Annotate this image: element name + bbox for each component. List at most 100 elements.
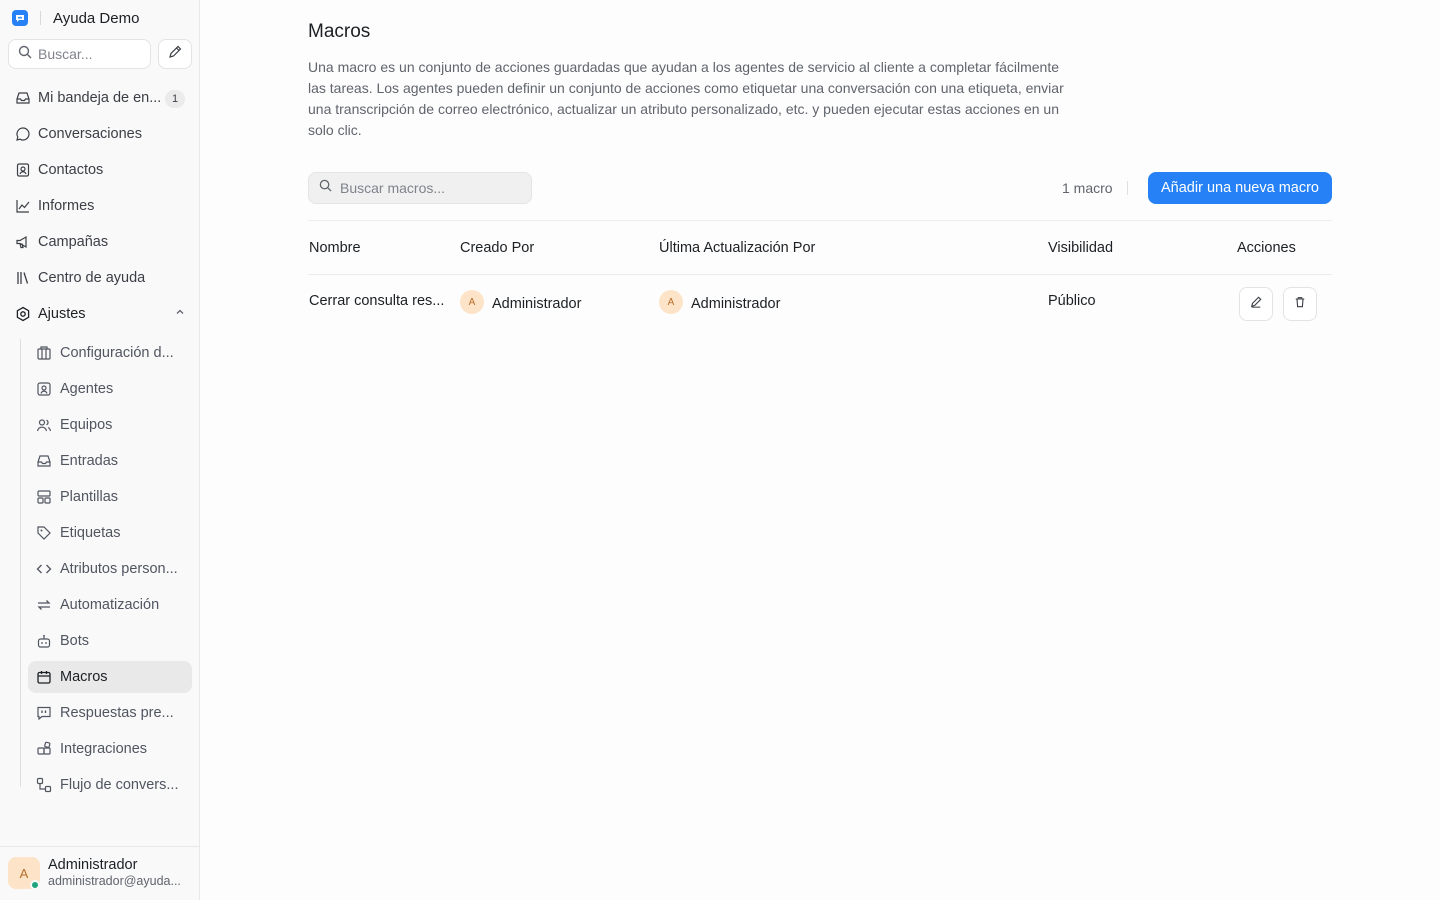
edit-macro-button[interactable] [1239, 287, 1273, 321]
nav-label: Campañas [38, 234, 109, 250]
nav-item-settings[interactable]: Ajustes [8, 298, 192, 330]
search-icon [319, 179, 332, 197]
table-header: Nombre Creado Por Última Actualización P… [308, 221, 1332, 275]
column-header-created-by: Creado Por [460, 240, 535, 256]
add-macro-button[interactable]: Añadir una nueva macro [1148, 172, 1332, 204]
user-email: administrador@ayuda... [48, 874, 181, 888]
macro-search[interactable] [308, 172, 532, 204]
column-header-visibility: Visibilidad [1048, 240, 1114, 256]
building-icon [36, 345, 52, 361]
settings-item-templates[interactable]: Plantillas [28, 481, 192, 513]
chevron-up-icon[interactable] [174, 306, 186, 322]
settings-item-label: Respuestas pre... [60, 705, 174, 721]
settings-item-label: Macros [60, 669, 108, 685]
template-icon [36, 489, 52, 505]
automation-icon [36, 597, 52, 613]
column-header-name: Nombre [309, 240, 361, 256]
bot-icon [36, 633, 52, 649]
macro-icon [36, 669, 52, 685]
macro-count: 1 macro [1062, 180, 1113, 196]
compose-button[interactable] [158, 39, 192, 69]
contact-icon [14, 161, 32, 179]
page-description: Una macro es un conjunto de acciones gua… [308, 59, 1064, 138]
settings-item-account[interactable]: Configuración d... [28, 337, 192, 369]
avatar: A [460, 290, 484, 314]
code-icon [36, 561, 52, 577]
settings-item-teams[interactable]: Equipos [28, 409, 192, 441]
agent-icon [36, 381, 52, 397]
settings-item-label: Configuración d... [60, 345, 174, 361]
column-header-actions: Acciones [1237, 240, 1296, 256]
nav-item-reports[interactable]: Informes [8, 190, 192, 222]
main-nav: Mi bandeja de en... 1 Conversaciones Con… [8, 82, 192, 334]
settings-item-conversation-flow[interactable]: Flujo de convers... [28, 769, 192, 801]
settings-item-label: Agentes [60, 381, 114, 397]
inbox-icon [14, 89, 32, 107]
search-icon [18, 45, 32, 64]
settings-item-automation[interactable]: Automatización [28, 589, 192, 621]
settings-item-agents[interactable]: Agentes [28, 373, 192, 405]
chat-bubble-icon [14, 125, 32, 143]
trash-icon [1294, 295, 1306, 313]
user-profile[interactable]: A Administrador administrador@ayuda... [0, 846, 199, 900]
sidebar-search[interactable] [8, 39, 151, 69]
visibility-value: Público [1048, 293, 1096, 309]
macro-name[interactable]: Cerrar consulta res... [309, 293, 444, 309]
chart-line-icon [14, 197, 32, 215]
nav-item-campaigns[interactable]: Campañas [8, 226, 192, 258]
nav-label: Mi bandeja de en... [38, 90, 162, 106]
users-icon [36, 417, 52, 433]
brand-logo-icon [12, 10, 28, 26]
settings-item-label: Entradas [60, 453, 119, 469]
settings-item-canned-responses[interactable]: Respuestas pre... [28, 697, 192, 729]
table-row: Cerrar consulta res... A Administrador A… [308, 275, 1332, 331]
settings-item-custom-attributes[interactable]: Atributos person... [28, 553, 192, 585]
settings-item-label: Plantillas [60, 489, 119, 505]
settings-item-label: Automatización [60, 597, 160, 613]
online-status-dot [30, 880, 40, 890]
nav-item-contacts[interactable]: Contactos [8, 154, 192, 186]
quote-icon [36, 705, 52, 721]
user-name: Administrador [48, 857, 138, 873]
settings-item-label: Integraciones [60, 741, 148, 757]
nav-label: Centro de ayuda [38, 270, 146, 286]
settings-item-label: Equipos [60, 417, 113, 433]
created-by-name: Administrador [492, 295, 582, 312]
page-title: Macros [308, 21, 371, 42]
flow-icon [36, 777, 52, 793]
nav-label: Contactos [38, 162, 104, 178]
nav-item-conversations[interactable]: Conversaciones [8, 118, 192, 150]
delete-macro-button[interactable] [1283, 287, 1317, 321]
created-by-cell: A Administrador [460, 290, 582, 314]
settings-item-integrations[interactable]: Integraciones [28, 733, 192, 765]
avatar: A [659, 290, 683, 314]
settings-item-labels[interactable]: Etiquetas [28, 517, 192, 549]
pencil-icon [168, 45, 182, 64]
column-header-updated-by: Última Actualización Por [659, 240, 816, 256]
nav-label: Informes [38, 198, 95, 214]
brand-divider [40, 11, 41, 25]
settings-icon [14, 305, 32, 323]
sidebar: Ayuda Demo Mi bandeja de en... 1 Convers… [0, 0, 200, 900]
unread-count-badge: 1 [165, 90, 185, 108]
brand[interactable]: Ayuda Demo [12, 9, 139, 27]
settings-item-bots[interactable]: Bots [28, 625, 192, 657]
settings-item-macros[interactable]: Macros [28, 661, 192, 693]
brand-name: Ayuda Demo [53, 9, 140, 27]
settings-item-label: Bots [60, 633, 90, 649]
sidebar-search-input[interactable] [38, 46, 138, 62]
settings-submenu: Configuración d... Agentes Equipos Entra… [20, 337, 192, 805]
macro-search-input[interactable] [340, 180, 520, 196]
nav-item-help-center[interactable]: Centro de ayuda [8, 262, 192, 294]
updated-by-name: Administrador [691, 295, 781, 312]
settings-item-label: Flujo de convers... [60, 777, 179, 793]
nav-label: Conversaciones [38, 126, 142, 142]
macros-table: Nombre Creado Por Última Actualización P… [308, 220, 1332, 331]
nav-item-inbox[interactable]: Mi bandeja de en... 1 [8, 82, 192, 114]
megaphone-icon [14, 233, 32, 251]
settings-item-label: Etiquetas [60, 525, 121, 541]
inbox-icon [36, 453, 52, 469]
updated-by-cell: A Administrador [659, 290, 781, 314]
settings-item-inboxes[interactable]: Entradas [28, 445, 192, 477]
pencil-icon [1250, 295, 1262, 313]
